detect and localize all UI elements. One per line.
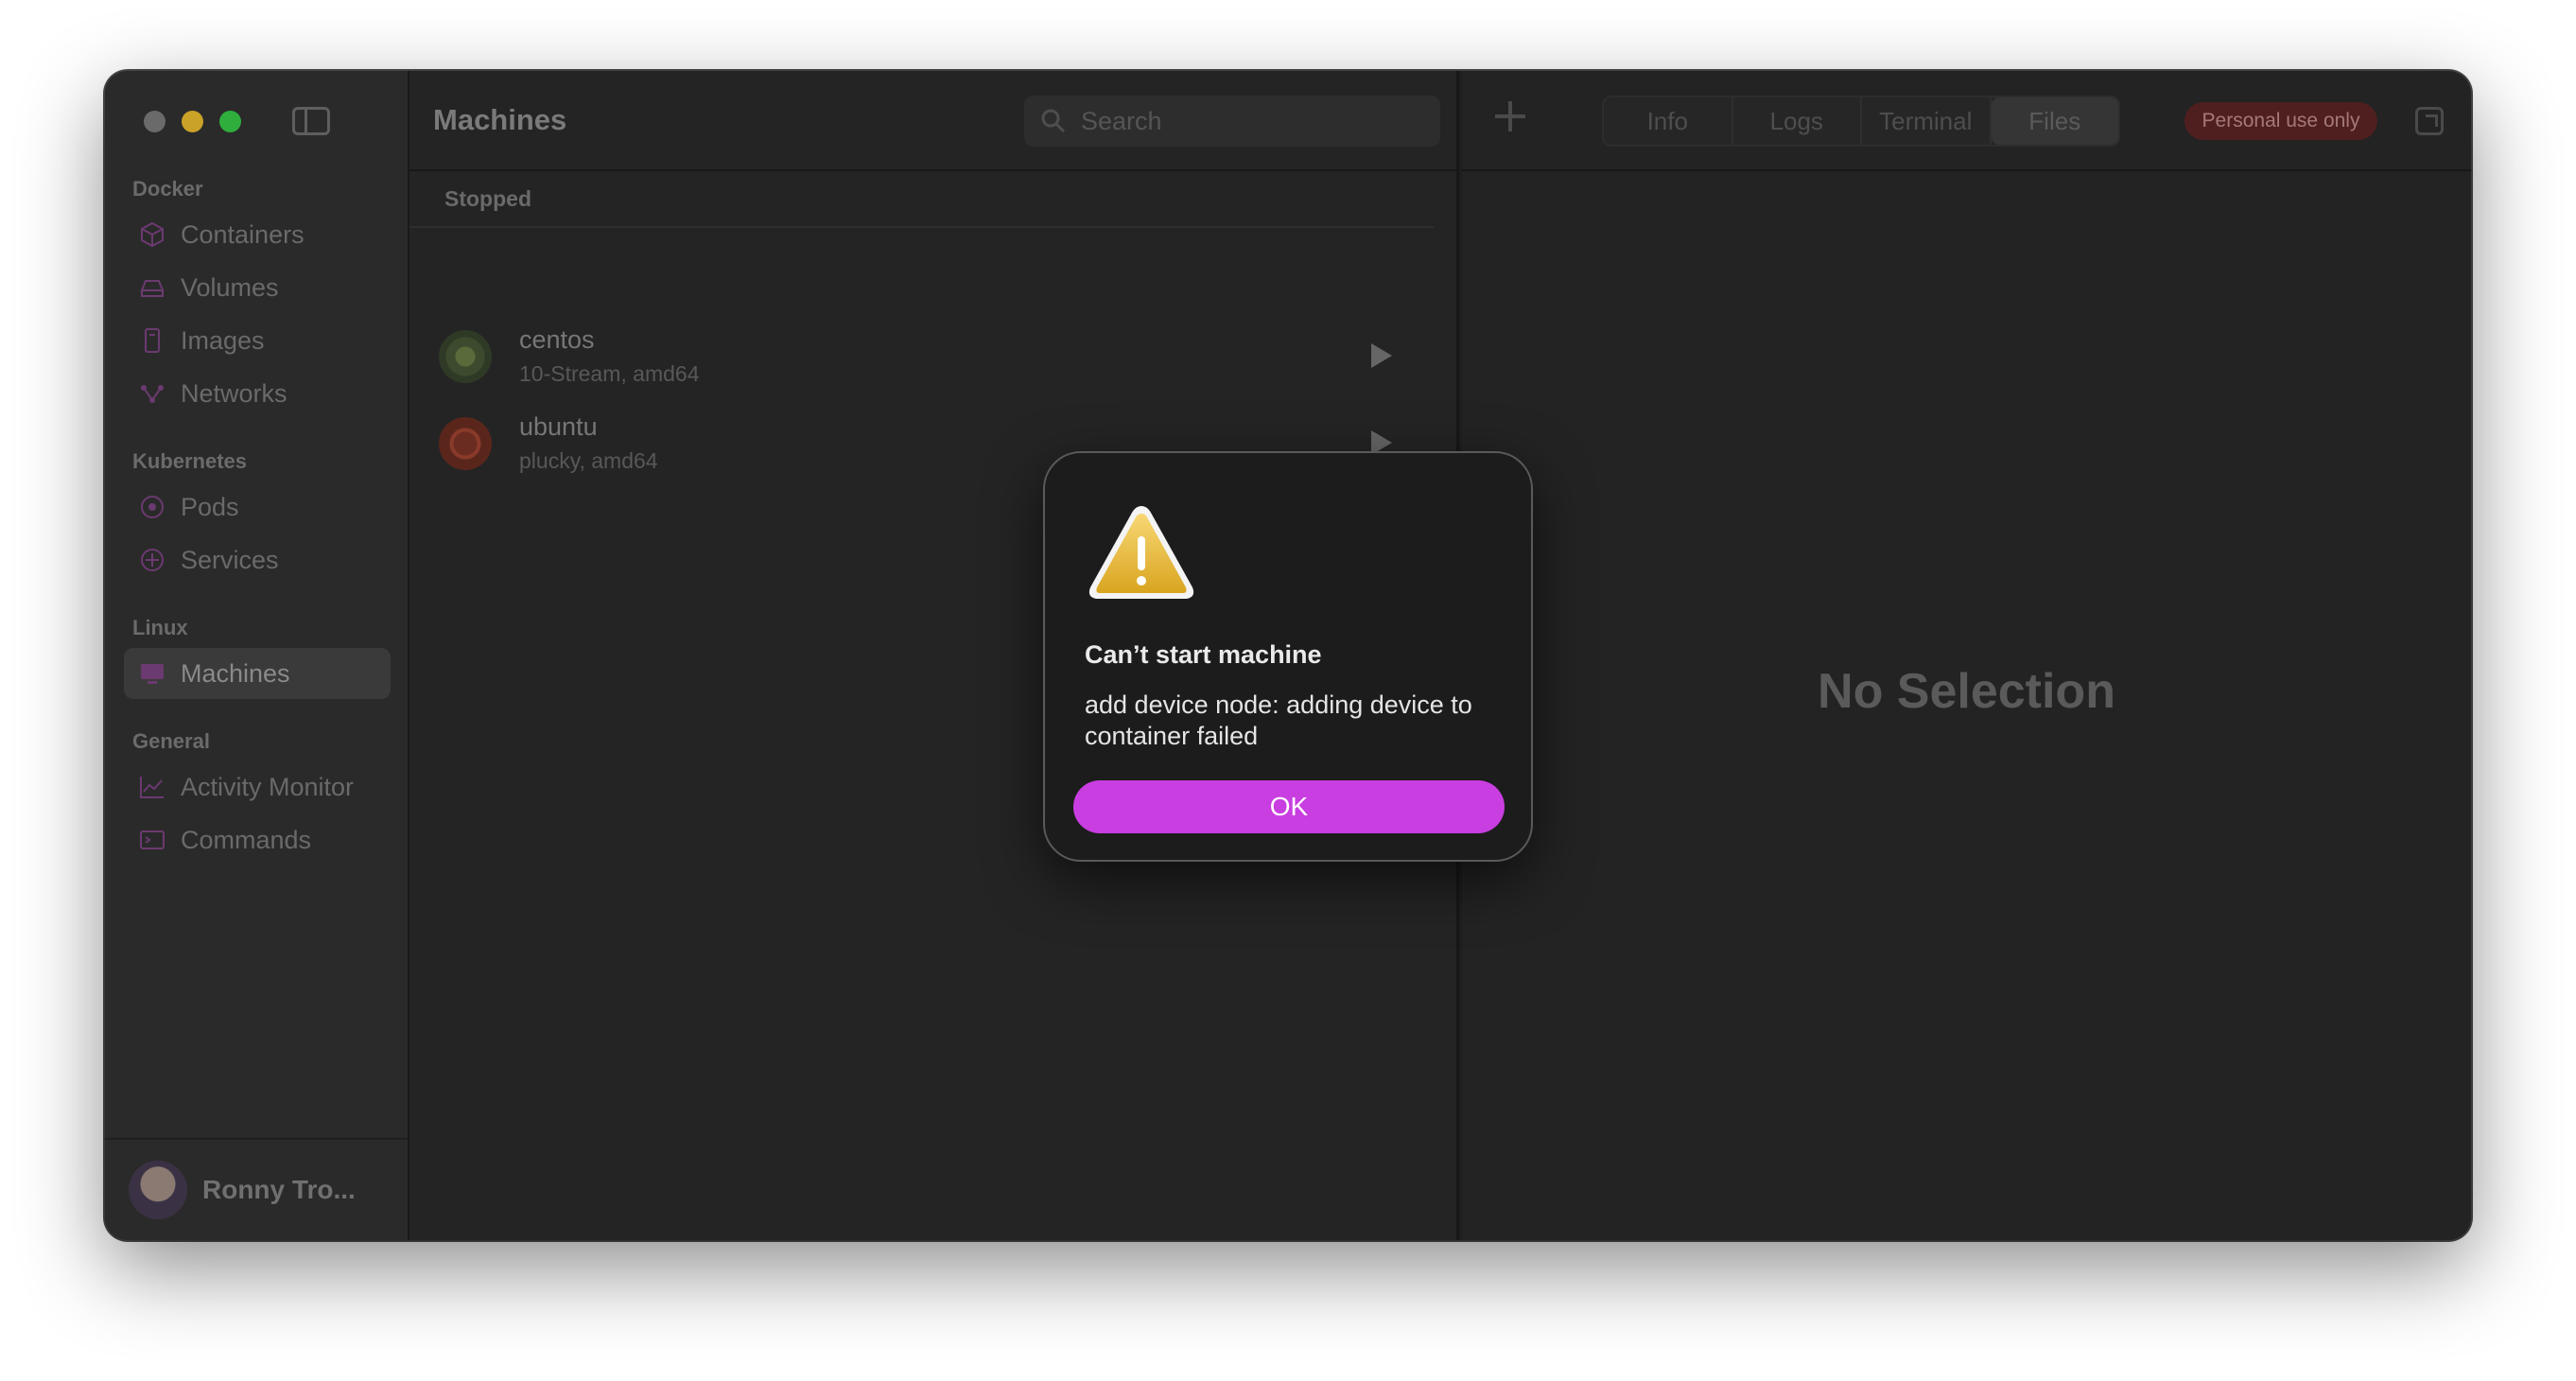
license-badge[interactable]: Personal use only <box>2184 102 2377 140</box>
tab-terminal[interactable]: Terminal <box>1862 97 1992 145</box>
sidebar-item-label: Commands <box>181 825 312 854</box>
sidebar-item-label: Volumes <box>181 272 279 302</box>
tab-logs[interactable]: Logs <box>1733 97 1862 145</box>
machine-name: centos <box>519 325 595 354</box>
sidebar-item-label: Images <box>181 325 265 355</box>
machine-details: 10-Stream, amd64 <box>519 361 700 386</box>
service-icon <box>137 545 167 575</box>
group-header-stopped: Stopped <box>409 171 1434 228</box>
sidebar-section-kubernetes: Kubernetes <box>132 449 248 473</box>
error-alert-dialog: Can’t start machine add device node: add… <box>1043 451 1533 862</box>
close-window-button[interactable] <box>144 111 165 132</box>
search-placeholder: Search <box>1081 106 1162 135</box>
sidebar-item-label: Machines <box>181 658 290 688</box>
drive-icon <box>137 272 167 303</box>
sidebar-item-activity-monitor[interactable]: Activity Monitor <box>124 761 391 813</box>
divider <box>1462 169 2471 171</box>
plus-icon[interactable] <box>1495 101 1525 131</box>
sidebar-item-networks[interactable]: Networks <box>124 368 391 419</box>
sidebar-section-general: General <box>132 729 210 753</box>
user-profile[interactable]: Ronny Tro... <box>105 1138 408 1240</box>
sidebar-item-volumes[interactable]: Volumes <box>124 262 391 313</box>
sidebar: Docker Containers Volumes Images Network… <box>105 71 409 1240</box>
tab-info[interactable]: Info <box>1604 97 1733 145</box>
detail-tabs: Info Logs Terminal Files <box>1602 96 2120 147</box>
sidebar-toggle-icon[interactable] <box>292 107 330 135</box>
start-machine-play-icon[interactable] <box>1371 343 1392 368</box>
ubuntu-logo-icon <box>439 417 492 470</box>
dialog-title: Can’t start machine <box>1085 640 1322 669</box>
empty-state-text: No Selection <box>1818 664 2115 719</box>
sidebar-item-commands[interactable]: Commands <box>124 814 391 865</box>
sidebar-item-services[interactable]: Services <box>124 534 391 586</box>
page-title: Machines <box>433 103 567 136</box>
search-icon <box>1039 107 1068 135</box>
warning-icon <box>1088 506 1194 599</box>
tab-files[interactable]: Files <box>1991 97 2118 145</box>
sidebar-item-label: Activity Monitor <box>181 772 355 801</box>
sidebar-item-label: Containers <box>181 219 305 249</box>
detail-pane: Info Logs Terminal Files Personal use on… <box>1462 71 2471 1240</box>
sidebar-item-label: Services <box>181 545 279 574</box>
network-icon <box>137 378 167 409</box>
minimize-window-button[interactable] <box>182 111 203 132</box>
sidebar-item-label: Networks <box>181 378 287 408</box>
centos-logo-icon <box>439 330 492 383</box>
machine-details: plucky, amd64 <box>519 448 658 473</box>
terminal-icon <box>137 825 167 855</box>
search-input[interactable]: Search <box>1024 96 1440 147</box>
machine-row-centos[interactable]: centos 10-Stream, amd64 <box>409 314 1434 399</box>
sidebar-item-label: Pods <box>181 492 239 521</box>
sidebar-section-linux: Linux <box>132 616 188 639</box>
sidebar-item-machines[interactable]: Machines <box>124 648 391 699</box>
sidebar-item-containers[interactable]: Containers <box>124 209 391 260</box>
pod-icon <box>137 492 167 522</box>
cube-icon <box>137 219 167 250</box>
ok-button[interactable]: OK <box>1073 780 1505 833</box>
popout-icon[interactable] <box>2415 107 2444 135</box>
sidebar-item-pods[interactable]: Pods <box>124 481 391 533</box>
monitor-icon <box>137 658 167 689</box>
image-icon <box>137 325 167 356</box>
sidebar-item-images[interactable]: Images <box>124 315 391 366</box>
chart-icon <box>137 772 167 802</box>
user-name: Ronny Tro... <box>202 1175 356 1204</box>
machine-name: ubuntu <box>519 412 598 441</box>
sidebar-section-docker: Docker <box>132 177 203 201</box>
dialog-message: add device node: adding device to contai… <box>1085 690 1472 750</box>
avatar <box>129 1161 187 1219</box>
zoom-window-button[interactable] <box>219 111 241 132</box>
